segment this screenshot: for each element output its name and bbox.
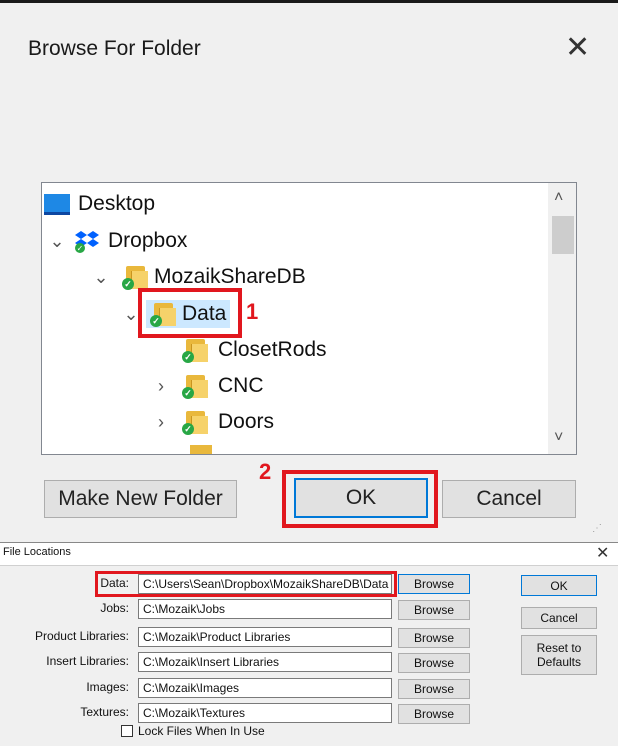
product-libraries-browse-button[interactable]: Browse — [398, 628, 470, 648]
tree-item-label: ClosetRods — [218, 338, 327, 361]
lock-files-label: Lock Files When In Use — [138, 724, 265, 738]
tree-item-dropbox[interactable]: ⌄ ✓ Dropbox — [48, 223, 187, 259]
close-icon[interactable]: ✕ — [596, 543, 609, 563]
folder-icon — [190, 445, 212, 454]
tree-item-label: Desktop — [78, 192, 156, 215]
textures-path-field[interactable]: C:\Mozaik\Textures — [138, 703, 392, 723]
dialog-title: File Locations — [3, 546, 71, 558]
tree-item-label: Doors — [218, 410, 275, 433]
insert-libraries-label: Insert Libraries: — [46, 654, 129, 668]
tree-item-cnc[interactable]: › ✓ CNC — [152, 368, 264, 404]
annotation-box-data — [138, 288, 242, 338]
chevron-right-icon[interactable]: › — [152, 376, 170, 397]
lock-files-checkbox[interactable] — [121, 725, 133, 737]
annotation-step-1: 1 — [246, 299, 259, 324]
chevron-right-icon[interactable]: › — [152, 412, 170, 433]
make-new-folder-button[interactable]: Make New Folder — [44, 480, 237, 518]
folder-icon: ✓ — [182, 374, 208, 399]
svg-text:✓: ✓ — [77, 244, 84, 253]
data-browse-button[interactable]: Browse — [398, 574, 470, 594]
insert-libraries-path-field[interactable]: C:\Mozaik\Insert Libraries — [138, 652, 392, 672]
desktop-icon — [44, 193, 70, 215]
chevron-down-icon[interactable]: ⌄ — [48, 231, 66, 252]
tree-item-label: MozaikShareDB — [154, 265, 306, 288]
browse-for-folder-dialog: Browse For Folder ✕ Desktop ⌄ ✓ Dropbox — [0, 0, 618, 542]
insert-libraries-browse-button[interactable]: Browse — [398, 653, 470, 673]
scrollbar-thumb[interactable] — [552, 216, 574, 254]
resize-grip-icon[interactable]: ⋰ — [592, 523, 604, 535]
jobs-path-field[interactable]: C:\Mozaik\Jobs — [138, 599, 392, 619]
annotation-box-ok — [282, 470, 438, 528]
tree-item-label: Dropbox — [108, 229, 188, 252]
tree-item-desktop[interactable]: Desktop — [44, 186, 155, 222]
dropbox-icon: ✓ — [74, 229, 100, 253]
file-locations-dialog: File Locations ✕ Data: C:\Users\Sean\Dro… — [0, 542, 618, 746]
product-libraries-path-field[interactable]: C:\Mozaik\Product Libraries — [138, 627, 392, 647]
images-browse-button[interactable]: Browse — [398, 679, 470, 699]
jobs-browse-button[interactable]: Browse — [398, 600, 470, 620]
reset-to-defaults-button[interactable]: Reset to Defaults — [521, 635, 597, 675]
textures-label: Textures: — [80, 705, 129, 719]
chevron-down-icon[interactable]: ⌄ — [92, 267, 110, 288]
tree-scrollbar[interactable]: ˄ ˅ — [548, 183, 576, 454]
annotation-step-2: 2 — [259, 459, 272, 484]
dialog-title: Browse For Folder — [28, 37, 201, 60]
jobs-label: Jobs: — [100, 601, 129, 615]
tree-item-doors[interactable]: › ✓ Doors — [152, 404, 274, 440]
title-bar: File Locations ✕ — [0, 543, 618, 566]
folder-icon: ✓ — [182, 410, 208, 435]
ok-button[interactable]: OK — [521, 575, 597, 596]
close-icon[interactable]: ✕ — [565, 33, 590, 63]
chevron-down-icon[interactable]: ˅ — [554, 429, 563, 447]
annotation-box-data-row — [95, 571, 397, 597]
folder-icon: ✓ — [182, 338, 208, 363]
textures-browse-button[interactable]: Browse — [398, 704, 470, 724]
product-libraries-label: Product Libraries: — [34, 629, 129, 643]
images-path-field[interactable]: C:\Mozaik\Images — [138, 678, 392, 698]
cancel-button[interactable]: Cancel — [442, 480, 576, 518]
folder-tree[interactable]: Desktop ⌄ ✓ Dropbox ⌄ ✓ MozaikShareDB ⌄ … — [41, 182, 577, 455]
cancel-button[interactable]: Cancel — [521, 607, 597, 629]
tree-item-label: CNC — [218, 374, 264, 397]
folder-icon: ✓ — [122, 265, 148, 290]
chevron-up-icon[interactable]: ˄ — [554, 189, 563, 207]
images-label: Images: — [86, 680, 129, 694]
